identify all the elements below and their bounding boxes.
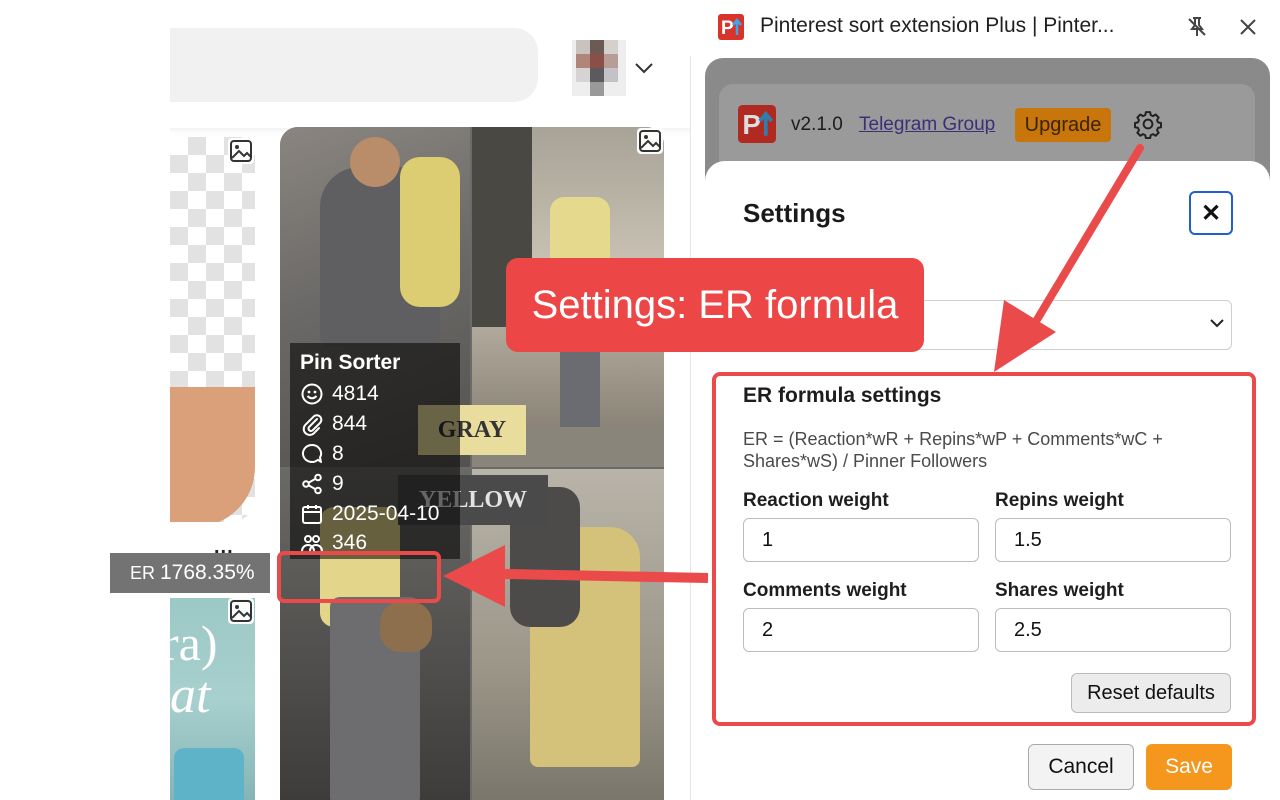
smiley-icon	[301, 383, 323, 405]
pinterest-logo-icon: P	[718, 14, 744, 40]
chevron-down-icon[interactable]	[1208, 314, 1226, 332]
comments-weight-input[interactable]: 2	[743, 608, 979, 652]
image-icon[interactable]	[637, 128, 663, 154]
shares-stat: 9	[300, 471, 344, 497]
er-section-title: ER formula settings	[743, 384, 942, 407]
pin-card[interactable]	[170, 137, 255, 522]
er-label: ER	[130, 563, 156, 583]
annotation-callout: Settings: ER formula	[506, 258, 924, 352]
er-formula-text: ER = (Reaction*wR + Repins*wP + Comments…	[743, 429, 1163, 471]
er-value-highlight	[277, 551, 441, 603]
pin-image-text: ra)	[170, 615, 218, 671]
pin-icon[interactable]	[1185, 15, 1209, 39]
shares-weight-input[interactable]: 2.5	[995, 608, 1231, 652]
comment-icon	[301, 443, 323, 463]
svg-text:P: P	[742, 109, 761, 140]
close-settings-button[interactable]: ✕	[1189, 191, 1233, 235]
shares-count: 9	[332, 472, 344, 495]
pin-sorter-overlay: Pin Sorter 4814 844 8 9 2025-04-10 346	[290, 343, 460, 559]
close-icon[interactable]	[1236, 15, 1260, 39]
pinterest-logo-icon: P	[738, 105, 776, 143]
reactions-stat: 4814	[300, 381, 379, 407]
save-button[interactable]: Save	[1146, 744, 1232, 790]
comments-stat: 8	[300, 441, 344, 467]
extension-title: Pinterest sort extension Plus | Pinter..…	[760, 14, 1115, 37]
paperclip-icon	[302, 414, 323, 436]
comments-count: 8	[332, 442, 344, 465]
share-icon	[302, 473, 322, 495]
reset-defaults-button[interactable]: Reset defaults	[1071, 673, 1231, 713]
avatar[interactable]	[572, 40, 626, 96]
pin-sorter-title: Pin Sorter	[300, 351, 401, 374]
repins-count: 844	[332, 412, 368, 435]
comments-weight-label: Comments weight	[743, 580, 907, 601]
date-stat: 2025-04-10	[300, 501, 439, 527]
image-icon[interactable]	[228, 138, 254, 164]
cancel-button[interactable]: Cancel	[1028, 744, 1134, 790]
reaction-weight-label: Reaction weight	[743, 490, 889, 511]
image-icon[interactable]	[228, 598, 254, 624]
er-stat: ER 1768.35%	[110, 553, 270, 593]
pin-date: 2025-04-10	[332, 502, 440, 525]
repins-weight-label: Repins weight	[995, 490, 1124, 511]
calendar-icon	[302, 505, 322, 524]
svg-text:P: P	[721, 18, 734, 39]
upgrade-button[interactable]: Upgrade	[1015, 108, 1111, 142]
pin-card[interactable]: ra) at	[170, 598, 255, 800]
repins-weight-input[interactable]: 1.5	[995, 518, 1231, 562]
chevron-down-icon[interactable]	[632, 56, 656, 80]
settings-title: Settings	[743, 198, 846, 228]
pinterest-page: ... ra) at GRAY YELLOW Pi	[170, 0, 691, 800]
repins-stat: 844	[300, 411, 367, 437]
pin-image-text: at	[170, 667, 211, 724]
shares-weight-label: Shares weight	[995, 580, 1124, 601]
reactions-count: 4814	[332, 382, 379, 405]
er-value: 1768.35%	[160, 561, 255, 584]
reaction-weight-input[interactable]: 1	[743, 518, 979, 562]
search-input[interactable]	[170, 28, 538, 102]
version-label: v2.1.0	[791, 114, 843, 135]
gear-icon[interactable]	[1133, 109, 1163, 140]
telegram-link[interactable]: Telegram Group	[859, 114, 995, 136]
